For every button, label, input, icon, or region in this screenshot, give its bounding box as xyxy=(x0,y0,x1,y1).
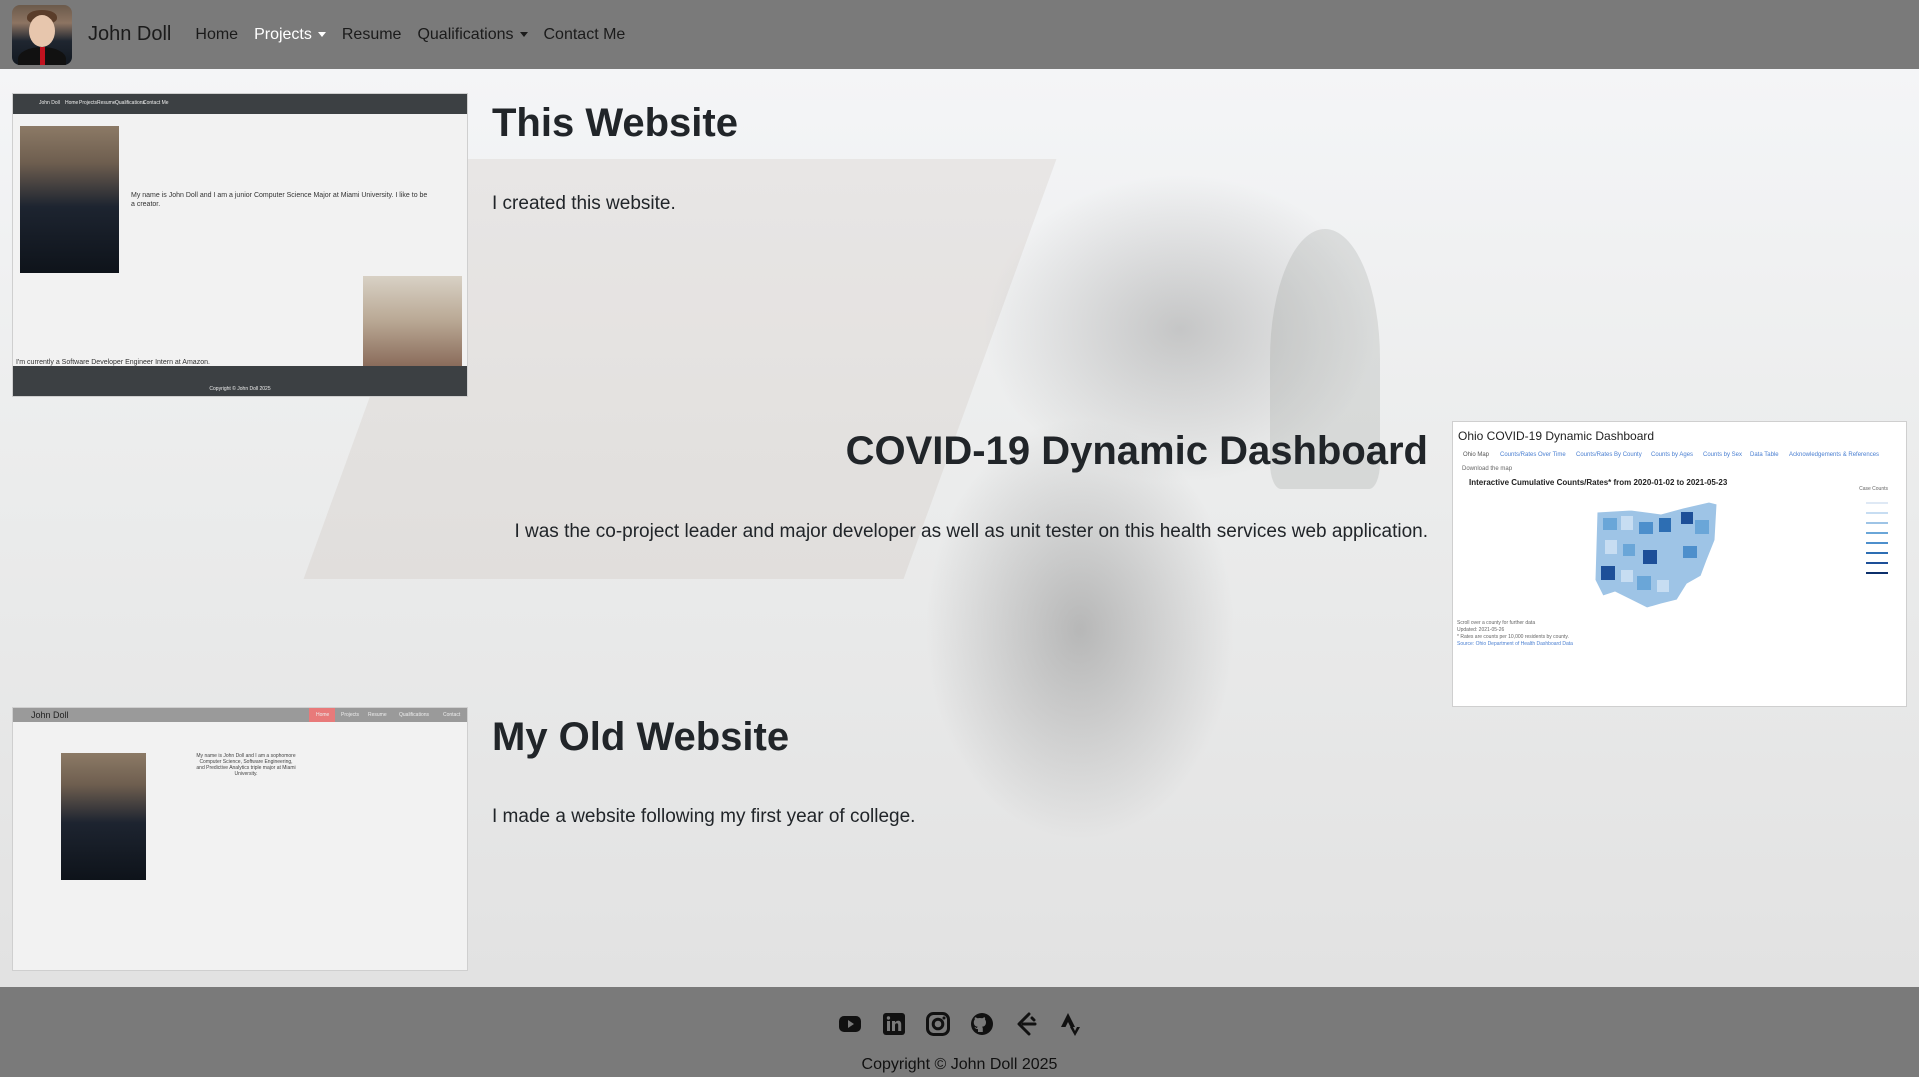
caret-down-icon xyxy=(317,32,326,37)
instagram-icon[interactable] xyxy=(925,1012,950,1036)
project-title: This Website xyxy=(492,101,738,145)
footer-copyright: Copyright © John Doll 2025 xyxy=(861,1056,1058,1073)
caret-down-icon xyxy=(519,32,528,37)
nav-contact[interactable]: Contact Me xyxy=(544,26,626,44)
ohio-map-graphic xyxy=(1594,501,1718,609)
leetcode-icon[interactable] xyxy=(1014,1012,1038,1036)
projects-main: John Doll Home Projects Resume Qualifica… xyxy=(0,69,1919,987)
nav-qualifications-dropdown[interactable]: Qualifications xyxy=(417,26,528,44)
avatar[interactable] xyxy=(12,4,72,65)
nav-home[interactable]: Home xyxy=(195,26,238,44)
brand-name[interactable]: John Doll xyxy=(88,23,171,46)
project-thumbnail-old-website[interactable]: John Doll Home Projects Resume Qualifica… xyxy=(12,707,468,971)
strava-icon[interactable] xyxy=(1058,1012,1082,1036)
linkedin-icon[interactable] xyxy=(882,1012,906,1036)
thumb-smiling-photo xyxy=(363,276,462,366)
project-thumbnail-this-website[interactable]: John Doll Home Projects Resume Qualifica… xyxy=(12,93,468,397)
thumb-notes: Scroll over a county for further data Up… xyxy=(1457,620,1573,647)
project-description: I made a website following my first year… xyxy=(492,806,916,827)
project-description: I created this website. xyxy=(492,193,676,214)
project-title: COVID-19 Dynamic Dashboard xyxy=(845,429,1428,473)
github-icon[interactable] xyxy=(970,1012,994,1036)
project-title: My Old Website xyxy=(492,715,790,759)
social-icons xyxy=(0,1012,1919,1036)
thumb-footer: Copyright © John Doll 2025 xyxy=(13,366,467,396)
thumb-navbar: John Doll Home Projects Resume Qualifica… xyxy=(13,708,467,722)
nav-resume[interactable]: Resume xyxy=(342,26,402,44)
project-thumbnail-covid-dashboard[interactable]: Ohio COVID-19 Dynamic Dashboard Ohio Map… xyxy=(1452,421,1907,707)
youtube-icon[interactable] xyxy=(838,1012,862,1036)
site-footer: Copyright © John Doll 2025 xyxy=(0,987,1919,1077)
nav-projects-dropdown[interactable]: Projects xyxy=(254,26,326,44)
top-navbar: John Doll Home Projects Resume Qualifica… xyxy=(0,0,1919,69)
project-description: I was the co-project leader and major de… xyxy=(514,521,1428,542)
thumb-portrait-photo xyxy=(61,753,146,880)
thumb-navbar: John Doll Home Projects Resume Qualifica… xyxy=(13,94,467,114)
thumb-portrait-photo xyxy=(20,126,119,273)
